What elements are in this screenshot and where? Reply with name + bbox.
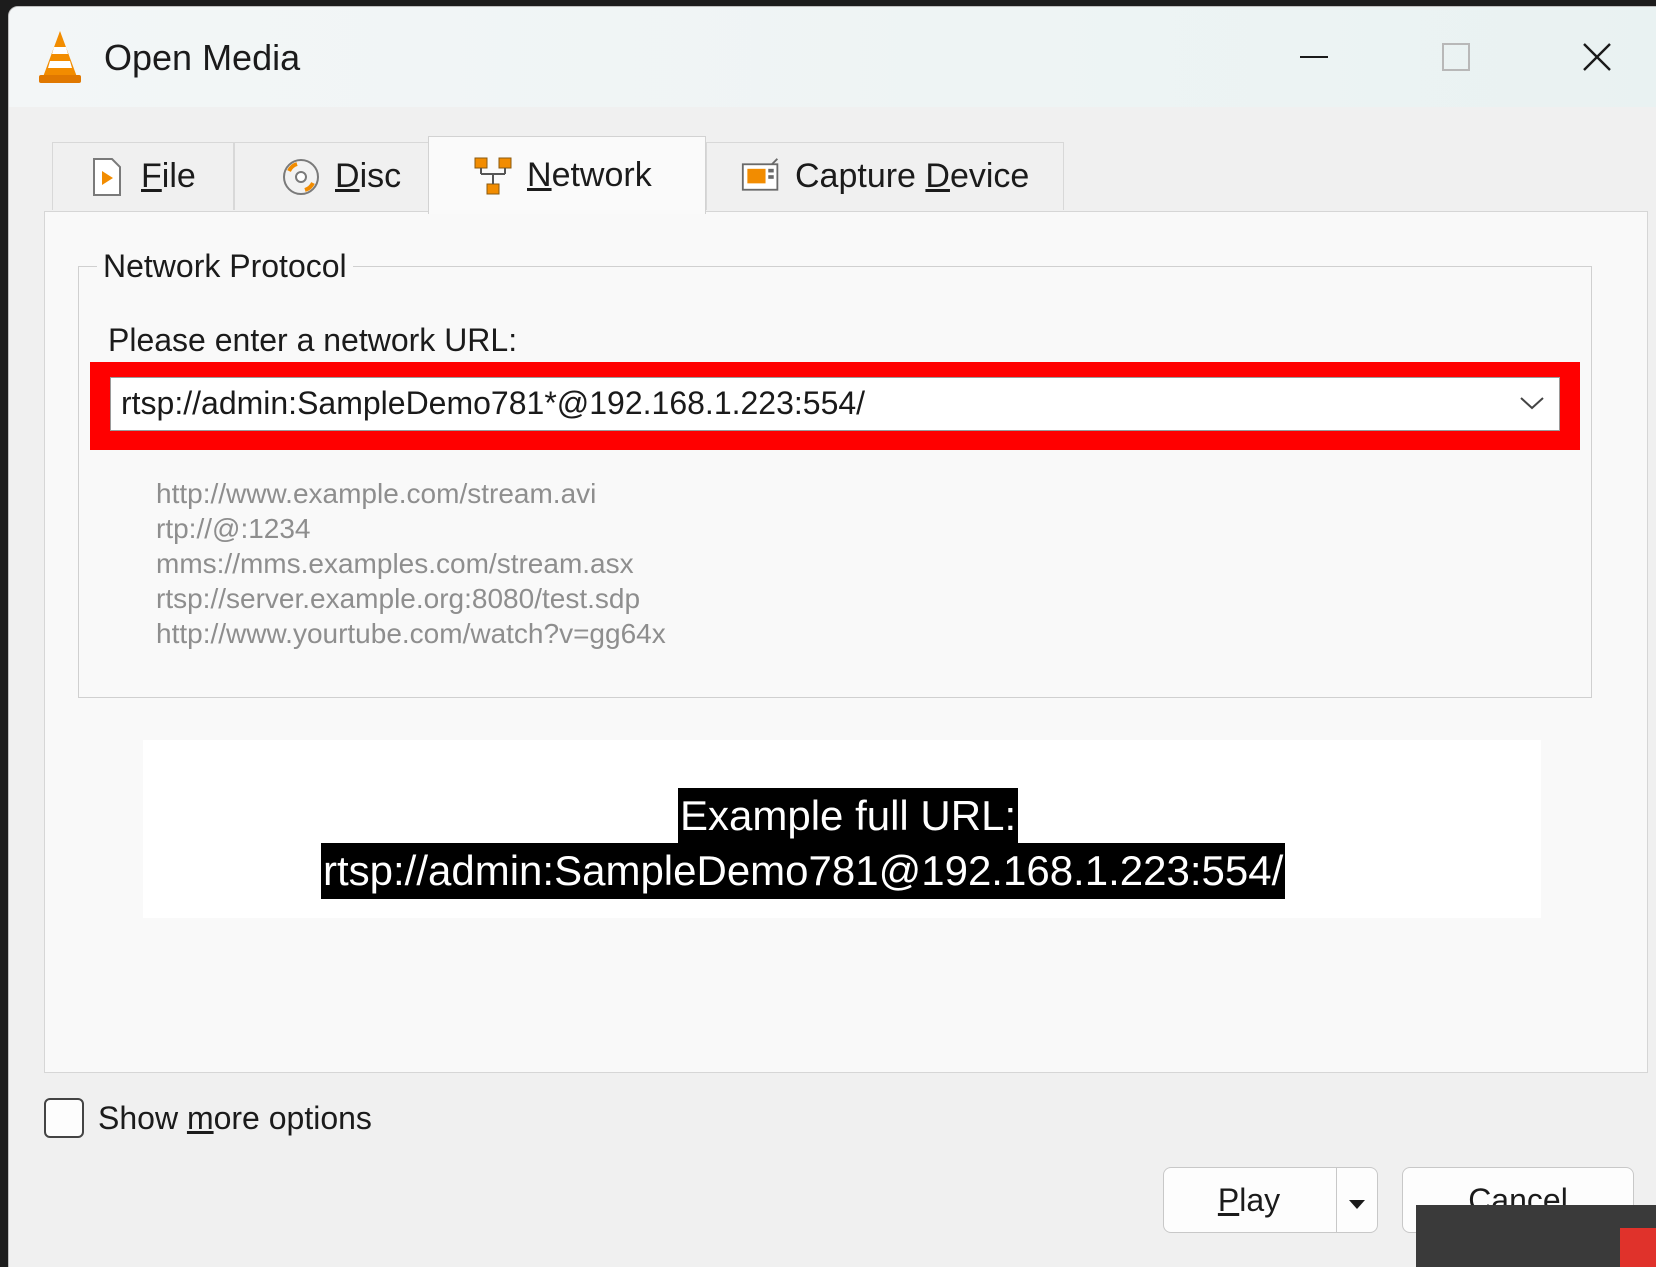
chevron-down-icon[interactable]	[1515, 386, 1549, 420]
example-url: http://www.yourtube.com/watch?v=gg64x	[156, 618, 666, 649]
annotation-line-1: Example full URL:	[678, 788, 1019, 844]
tab-file-label: File	[141, 157, 196, 195]
disc-icon	[281, 157, 321, 197]
window-title: Open Media	[104, 37, 301, 78]
file-play-icon	[87, 157, 127, 197]
watermark-accent	[1620, 1228, 1656, 1267]
play-button[interactable]: Play	[1163, 1167, 1335, 1233]
show-more-options-label: Show more options	[98, 1099, 372, 1136]
title-bar[interactable]: Open Media	[9, 7, 1656, 107]
example-url: mms://mms.examples.com/stream.asx	[156, 548, 634, 579]
url-prompt-label: Please enter a network URL:	[108, 322, 518, 358]
minimize-icon[interactable]	[1284, 27, 1344, 87]
annotation-line-2: rtsp://admin:SampleDemo781@192.168.1.223…	[321, 843, 1286, 899]
tab-disc[interactable]: Disc	[234, 142, 429, 210]
example-url: rtp://@:1234	[156, 513, 311, 544]
tab-disc-label: Disc	[335, 157, 402, 195]
maximize-icon[interactable]	[1426, 27, 1486, 87]
vlc-cone-icon	[37, 29, 83, 85]
tab-network[interactable]: Network	[428, 136, 706, 214]
group-label: Network Protocol	[97, 248, 353, 285]
play-button-label: Play	[1217, 1181, 1281, 1218]
caret-down-icon	[1347, 1182, 1367, 1219]
example-url: http://www.example.com/stream.avi	[156, 478, 597, 509]
url-examples: http://www.example.com/stream.avi rtp://…	[156, 476, 666, 651]
show-more-options[interactable]: Show more options	[44, 1098, 372, 1138]
network-url-input[interactable]	[121, 378, 1481, 428]
tab-capture-device-label: Capture Device	[795, 157, 1030, 195]
tab-network-label: Network	[527, 156, 652, 194]
capture-device-icon	[741, 157, 781, 197]
tab-capture-device[interactable]: Capture Device	[706, 142, 1064, 210]
network-url-combobox[interactable]	[110, 377, 1560, 431]
example-url: rtsp://server.example.org:8080/test.sdp	[156, 583, 641, 614]
play-dropdown-button[interactable]	[1336, 1168, 1377, 1232]
tab-file[interactable]: File	[52, 142, 234, 210]
network-icon	[473, 156, 513, 196]
show-more-options-checkbox[interactable]	[44, 1098, 84, 1138]
close-icon[interactable]	[1567, 27, 1627, 87]
